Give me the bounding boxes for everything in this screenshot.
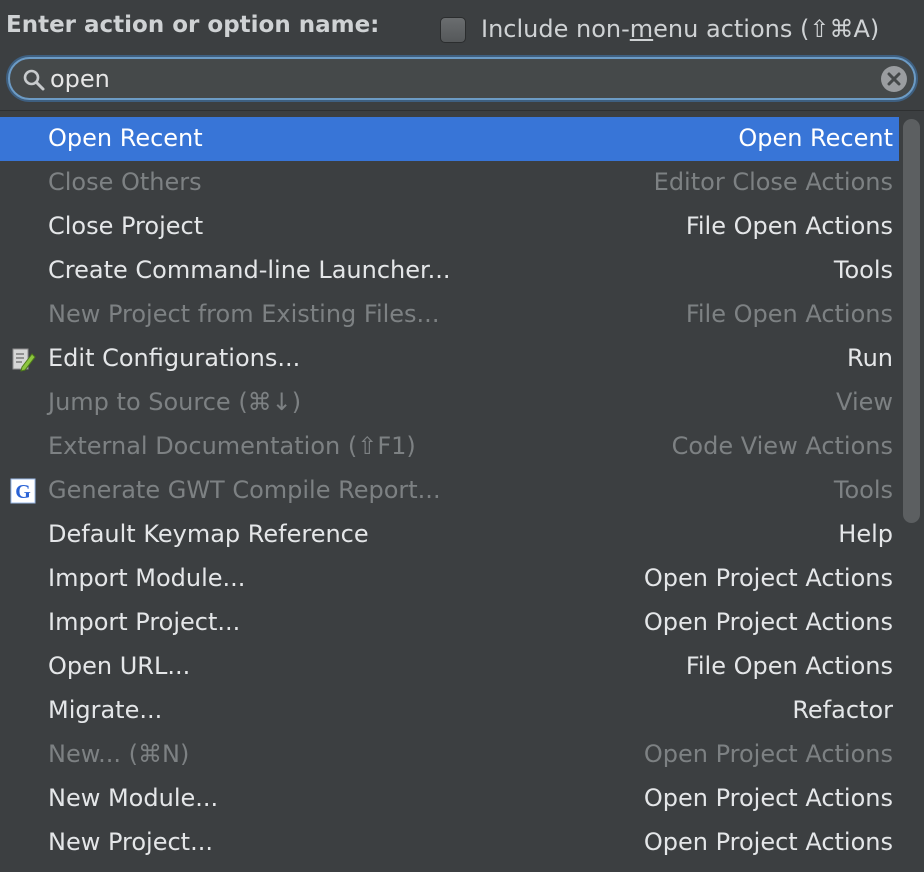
search-field[interactable] bbox=[8, 57, 916, 100]
result-row[interactable]: Jump to Source (⌘↓) View bbox=[0, 381, 899, 425]
result-name: Import Module... bbox=[48, 564, 246, 592]
clear-icon[interactable] bbox=[880, 65, 908, 93]
result-row[interactable]: Open Recent Open Recent bbox=[0, 117, 899, 161]
result-name: New Module... bbox=[48, 784, 219, 812]
result-group: Code View Actions bbox=[671, 432, 893, 460]
result-row[interactable]: Default Keymap Reference Help bbox=[0, 513, 899, 557]
include-label-suffix: enu actions (⇧⌘A) bbox=[653, 15, 880, 43]
result-row[interactable]: Edit Configurations... Run bbox=[0, 337, 899, 381]
result-row[interactable]: New Module... Open Project Actions bbox=[0, 777, 899, 821]
result-group: Open Project Actions bbox=[643, 564, 893, 592]
include-non-menu-label[interactable]: Include non-menu actions (⇧⌘A) bbox=[481, 15, 879, 43]
result-name: Migrate... bbox=[48, 696, 163, 724]
result-group: Open Project Actions bbox=[643, 608, 893, 636]
result-group: File Open Actions bbox=[685, 652, 893, 680]
search-input[interactable] bbox=[50, 63, 870, 95]
result-name: Open Recent bbox=[48, 124, 203, 152]
result-row[interactable]: External Documentation (⇧F1) Code View Ac… bbox=[0, 425, 899, 469]
find-action-popup: Enter action or option name: Include non… bbox=[0, 0, 924, 872]
include-non-menu-checkbox[interactable] bbox=[440, 17, 466, 43]
results-list[interactable]: Open Recent Open Recent Close Others Editor… bbox=[0, 117, 899, 865]
result-group: Open Project Actions bbox=[643, 740, 893, 768]
include-non-menu-toggle[interactable]: Include non-menu actions (⇧⌘A) bbox=[440, 11, 879, 47]
result-name: Generate GWT Compile Report... bbox=[48, 476, 441, 504]
results-scrollbar[interactable] bbox=[903, 119, 920, 523]
result-group: Editor Close Actions bbox=[653, 168, 893, 196]
result-group: Open Project Actions bbox=[643, 784, 893, 812]
result-name: External Documentation (⇧F1) bbox=[48, 432, 416, 460]
result-name: New... (⌘N) bbox=[48, 740, 190, 768]
result-row[interactable]: New... (⌘N) Open Project Actions bbox=[0, 733, 899, 777]
results-list-area: Open Recent Open Recent Close Others Editor… bbox=[0, 110, 924, 872]
include-label-prefix: Include non- bbox=[481, 15, 630, 43]
result-row[interactable]: Close Others Editor Close Actions bbox=[0, 161, 899, 205]
popup-header: Enter action or option name: Include non… bbox=[0, 0, 924, 58]
result-group: Tools bbox=[833, 476, 893, 504]
result-name: Open URL... bbox=[48, 652, 191, 680]
gwt-icon: G bbox=[10, 478, 36, 504]
result-group: Tools bbox=[833, 256, 893, 284]
result-name: Close Others bbox=[48, 168, 202, 196]
result-row[interactable]: G Generate GWT Compile Report... Tools bbox=[0, 469, 899, 513]
result-group: File Open Actions bbox=[685, 212, 893, 240]
result-group: File Open Actions bbox=[685, 300, 893, 328]
result-name: Import Project... bbox=[48, 608, 241, 636]
magnifier-icon bbox=[23, 69, 45, 91]
result-row[interactable]: Close Project File Open Actions bbox=[0, 205, 899, 249]
include-label-mnemonic: m bbox=[629, 15, 654, 43]
svg-text:G: G bbox=[15, 481, 31, 503]
result-row[interactable]: Import Module... Open Project Actions bbox=[0, 557, 899, 601]
result-row[interactable]: Import Project... Open Project Actions bbox=[0, 601, 899, 645]
prompt-label: Enter action or option name: bbox=[6, 12, 380, 38]
result-name: New Project from Existing Files... bbox=[48, 300, 440, 328]
result-group: Help bbox=[838, 520, 893, 548]
result-row[interactable]: Open URL... File Open Actions bbox=[0, 645, 899, 689]
result-group: Refactor bbox=[792, 696, 893, 724]
result-name: Close Project bbox=[48, 212, 204, 240]
result-row[interactable]: New Project from Existing Files... File O… bbox=[0, 293, 899, 337]
result-row[interactable]: Migrate... Refactor bbox=[0, 689, 899, 733]
result-group: Open Recent bbox=[738, 124, 893, 152]
result-group: Run bbox=[846, 344, 893, 372]
result-name: Jump to Source (⌘↓) bbox=[48, 388, 302, 416]
result-name: New Project... bbox=[48, 828, 213, 856]
result-name: Edit Configurations... bbox=[48, 344, 301, 372]
result-group: View bbox=[836, 388, 893, 416]
result-row[interactable]: Create Command-line Launcher... Tools bbox=[0, 249, 899, 293]
result-row[interactable]: New Project... Open Project Actions bbox=[0, 821, 899, 865]
result-group: Open Project Actions bbox=[643, 828, 893, 856]
result-name: Create Command-line Launcher... bbox=[48, 256, 451, 284]
result-name: Default Keymap Reference bbox=[48, 520, 369, 548]
edit-config-icon bbox=[10, 346, 36, 372]
